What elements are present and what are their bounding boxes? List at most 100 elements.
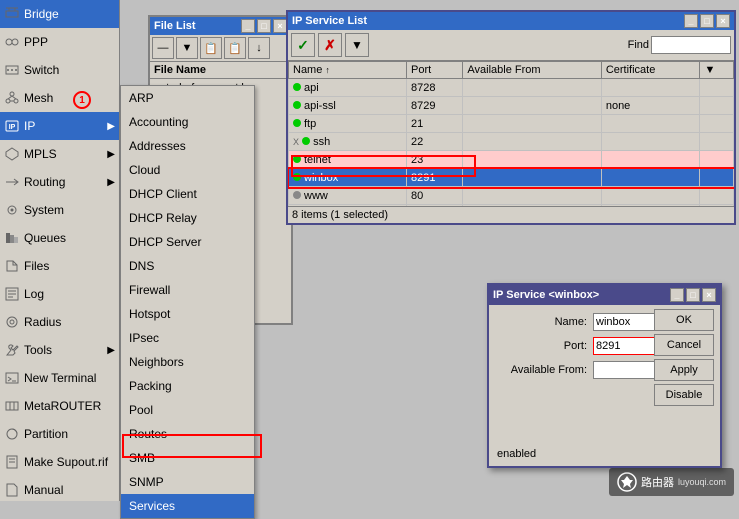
sidebar-item-radius[interactable]: Radius <box>0 308 119 336</box>
submenu-item-dhcp-relay[interactable]: DHCP Relay <box>121 206 254 230</box>
sidebar-item-bridge[interactable]: Bridge <box>0 0 119 28</box>
dialog-controls: _ □ × <box>670 288 716 302</box>
sidebar-item-partition[interactable]: Partition <box>0 420 119 448</box>
sidebar-item-queues-label: Queues <box>24 231 66 245</box>
dialog-maximize[interactable]: □ <box>686 288 700 302</box>
file-list-toolbar: — ▼ 📋 📋 ↓ <box>150 35 291 62</box>
dialog-close[interactable]: × <box>702 288 716 302</box>
file-list-close[interactable]: × <box>273 19 287 33</box>
submenu-item-cloud[interactable]: Cloud <box>121 158 254 182</box>
table-row[interactable]: api 8728 <box>289 79 734 97</box>
sidebar-item-manual[interactable]: Manual <box>0 476 119 501</box>
file-list-controls: _ □ × <box>241 19 287 33</box>
file-toolbar-btn5[interactable]: ↓ <box>248 37 270 59</box>
file-toolbar-btn1[interactable]: — <box>152 37 174 59</box>
partition-icon <box>4 426 20 442</box>
sidebar-item-manual-label: Manual <box>24 483 63 497</box>
status-dot-winbox <box>293 173 301 181</box>
dialog-title-text: IP Service <winbox> <box>493 289 599 301</box>
table-row[interactable]: ftp 21 <box>289 115 734 133</box>
submenu-item-ipsec[interactable]: IPsec <box>121 326 254 350</box>
service-cross-btn[interactable]: ✗ <box>318 33 342 57</box>
sidebar-item-supout[interactable]: Make Supout.rif <box>0 448 119 476</box>
sidebar-item-mesh[interactable]: Mesh <box>0 84 119 112</box>
submenu-item-accounting[interactable]: Accounting <box>121 110 254 134</box>
file-toolbar-btn4[interactable]: 📋 <box>224 37 246 59</box>
sidebar-item-log-label: Log <box>24 287 44 301</box>
sidebar-item-files[interactable]: Files <box>0 252 119 280</box>
find-input[interactable] <box>651 36 731 54</box>
table-row[interactable]: www 80 <box>289 187 734 205</box>
sidebar-item-tools[interactable]: Tools ▶ <box>0 336 119 364</box>
submenu-item-routes[interactable]: Routes <box>121 422 254 446</box>
file-toolbar-btn3[interactable]: 📋 <box>200 37 222 59</box>
table-row[interactable]: telnet 23 <box>289 151 734 169</box>
submenu-item-arp[interactable]: ARP <box>121 86 254 110</box>
sidebar-item-files-label: Files <box>24 259 49 273</box>
service-filter-btn[interactable]: ▼ <box>345 33 369 57</box>
submenu-item-smb[interactable]: SMB <box>121 446 254 470</box>
find-box: Find <box>628 36 731 54</box>
sidebar-item-queues[interactable]: Queues <box>0 224 119 252</box>
sidebar-item-ppp-label: PPP <box>24 35 48 49</box>
mpls-icon <box>4 146 20 162</box>
submenu-item-dhcp-client[interactable]: DHCP Client <box>121 182 254 206</box>
apply-button[interactable]: Apply <box>654 359 714 381</box>
sidebar-item-switch[interactable]: Switch <box>0 56 119 84</box>
submenu-item-neighbors[interactable]: Neighbors <box>121 350 254 374</box>
submenu-item-addresses[interactable]: Addresses <box>121 134 254 158</box>
status-dot-api <box>293 83 301 91</box>
file-toolbar-filter[interactable]: ▼ <box>176 37 198 59</box>
watermark-text: 路由器 <box>641 474 674 490</box>
service-list-window: IP Service List _ □ × ✓ ✗ ▼ Find Name ↑ … <box>286 10 736 225</box>
ok-button[interactable]: OK <box>654 309 714 331</box>
watermark-url: luyouqi.com <box>678 477 726 487</box>
table-row[interactable]: api-ssl 8729none <box>289 97 734 115</box>
ip-icon: IP <box>4 118 20 134</box>
file-list-minimize[interactable]: _ <box>241 19 255 33</box>
watermark: 路由器 luyouqi.com <box>609 468 734 496</box>
submenu-item-packing[interactable]: Packing <box>121 374 254 398</box>
status-dot-ssh <box>302 137 310 145</box>
table-row-winbox[interactable]: winbox 8291 <box>289 169 734 187</box>
submenu-item-firewall[interactable]: Firewall <box>121 278 254 302</box>
service-list-minimize[interactable]: _ <box>684 14 698 28</box>
sidebar-item-ppp[interactable]: PPP <box>0 28 119 56</box>
status-dot-www <box>293 191 301 199</box>
sidebar-item-meta[interactable]: MetaROUTER <box>0 392 119 420</box>
submenu-item-hotspot[interactable]: Hotspot <box>121 302 254 326</box>
service-check-btn[interactable]: ✓ <box>291 33 315 57</box>
available-from-label: Available From: <box>497 364 587 376</box>
disable-button[interactable]: Disable <box>654 384 714 406</box>
submenu-item-snmp[interactable]: SNMP <box>121 470 254 494</box>
dialog-minimize[interactable]: _ <box>670 288 684 302</box>
sidebar-item-log[interactable]: Log <box>0 280 119 308</box>
service-list-close[interactable]: × <box>716 14 730 28</box>
name-label: Name: <box>497 316 587 328</box>
sidebar-item-system-label: System <box>24 203 64 217</box>
bridge-icon <box>4 6 20 22</box>
submenu-item-pool[interactable]: Pool <box>121 398 254 422</box>
port-input[interactable] <box>593 337 658 355</box>
sidebar-item-system[interactable]: System <box>0 196 119 224</box>
submenu-item-dns[interactable]: DNS <box>121 254 254 278</box>
file-list-maximize[interactable]: □ <box>257 19 271 33</box>
submenu-item-services[interactable]: Services <box>121 494 254 518</box>
col-port[interactable]: Port <box>406 62 462 79</box>
col-name[interactable]: Name ↑ <box>289 62 407 79</box>
service-table: Name ↑ Port Available From Certificate ▼… <box>288 61 734 223</box>
col-filter-drop[interactable]: ▼ <box>700 62 734 79</box>
service-list-maximize[interactable]: □ <box>700 14 714 28</box>
table-row[interactable]: X ssh 22 <box>289 133 734 151</box>
name-input[interactable] <box>593 313 658 331</box>
watermark-icon <box>617 472 637 492</box>
cancel-button[interactable]: Cancel <box>654 334 714 356</box>
sidebar-item-terminal[interactable]: New Terminal <box>0 364 119 392</box>
col-certificate[interactable]: Certificate <box>601 62 700 79</box>
submenu-item-dhcp-server[interactable]: DHCP Server <box>121 230 254 254</box>
sidebar-item-ip[interactable]: IP IP ▶ <box>0 112 119 140</box>
sidebar-item-routing[interactable]: Routing ▶ <box>0 168 119 196</box>
col-available-from[interactable]: Available From <box>463 62 601 79</box>
port-label: Port: <box>497 340 587 352</box>
sidebar-item-mpls[interactable]: MPLS ▶ <box>0 140 119 168</box>
